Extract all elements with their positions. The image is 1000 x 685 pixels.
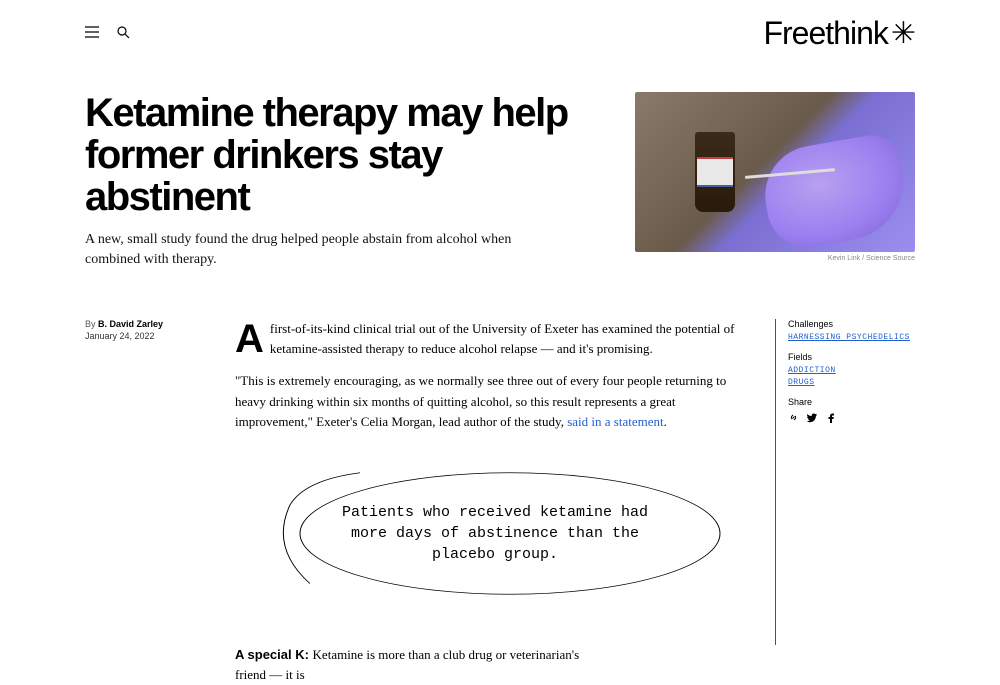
challenges-label: Challenges xyxy=(788,319,915,329)
share-label: Share xyxy=(788,397,915,407)
tag-challenges[interactable]: HARNESSING PSYCHEDELICS xyxy=(788,333,915,342)
menu-button[interactable] xyxy=(85,26,99,41)
statement-link[interactable]: said in a statement xyxy=(567,414,663,429)
article-sidebar: Challenges HARNESSING PSYCHEDELICS Field… xyxy=(775,319,915,645)
tag-drugs[interactable]: DRUGS xyxy=(788,378,915,387)
search-button[interactable] xyxy=(117,26,130,42)
publish-date: January 24, 2022 xyxy=(85,331,215,341)
topbar: Freethink ✳ xyxy=(85,0,915,62)
site-logo[interactable]: Freethink ✳ xyxy=(763,15,915,52)
author-link[interactable]: B. David Zarley xyxy=(98,319,163,329)
tag-addiction[interactable]: ADDICTION xyxy=(788,366,915,375)
copy-link-button[interactable] xyxy=(788,411,799,426)
facebook-icon xyxy=(826,412,837,423)
asterisk-icon: ✳ xyxy=(891,16,915,51)
hamburger-icon xyxy=(85,26,99,38)
article-subtitle: A new, small study found the drug helped… xyxy=(85,230,515,269)
image-credit: Kevin Link / Science Source xyxy=(635,255,915,262)
facebook-share-button[interactable] xyxy=(826,411,837,426)
twitter-share-button[interactable] xyxy=(807,411,818,426)
hero-image xyxy=(635,92,915,252)
logo-text: Freethink xyxy=(763,15,887,52)
byline: By B. David Zarley January 24, 2022 xyxy=(85,319,215,645)
article-title: Ketamine therapy may help former drinker… xyxy=(85,92,605,218)
hero: Ketamine therapy may help former drinker… xyxy=(85,92,915,269)
dropcap: A xyxy=(235,319,270,356)
article-body: Afirst-of-its-kind clinical trial out of… xyxy=(235,319,755,645)
article-continued: A special K: Ketamine is more than a clu… xyxy=(235,645,605,685)
link-icon xyxy=(788,412,799,423)
pullquote: Patients who received ketamine had more … xyxy=(250,462,740,605)
twitter-icon xyxy=(807,412,818,423)
search-icon xyxy=(117,26,130,39)
fields-label: Fields xyxy=(788,352,915,362)
